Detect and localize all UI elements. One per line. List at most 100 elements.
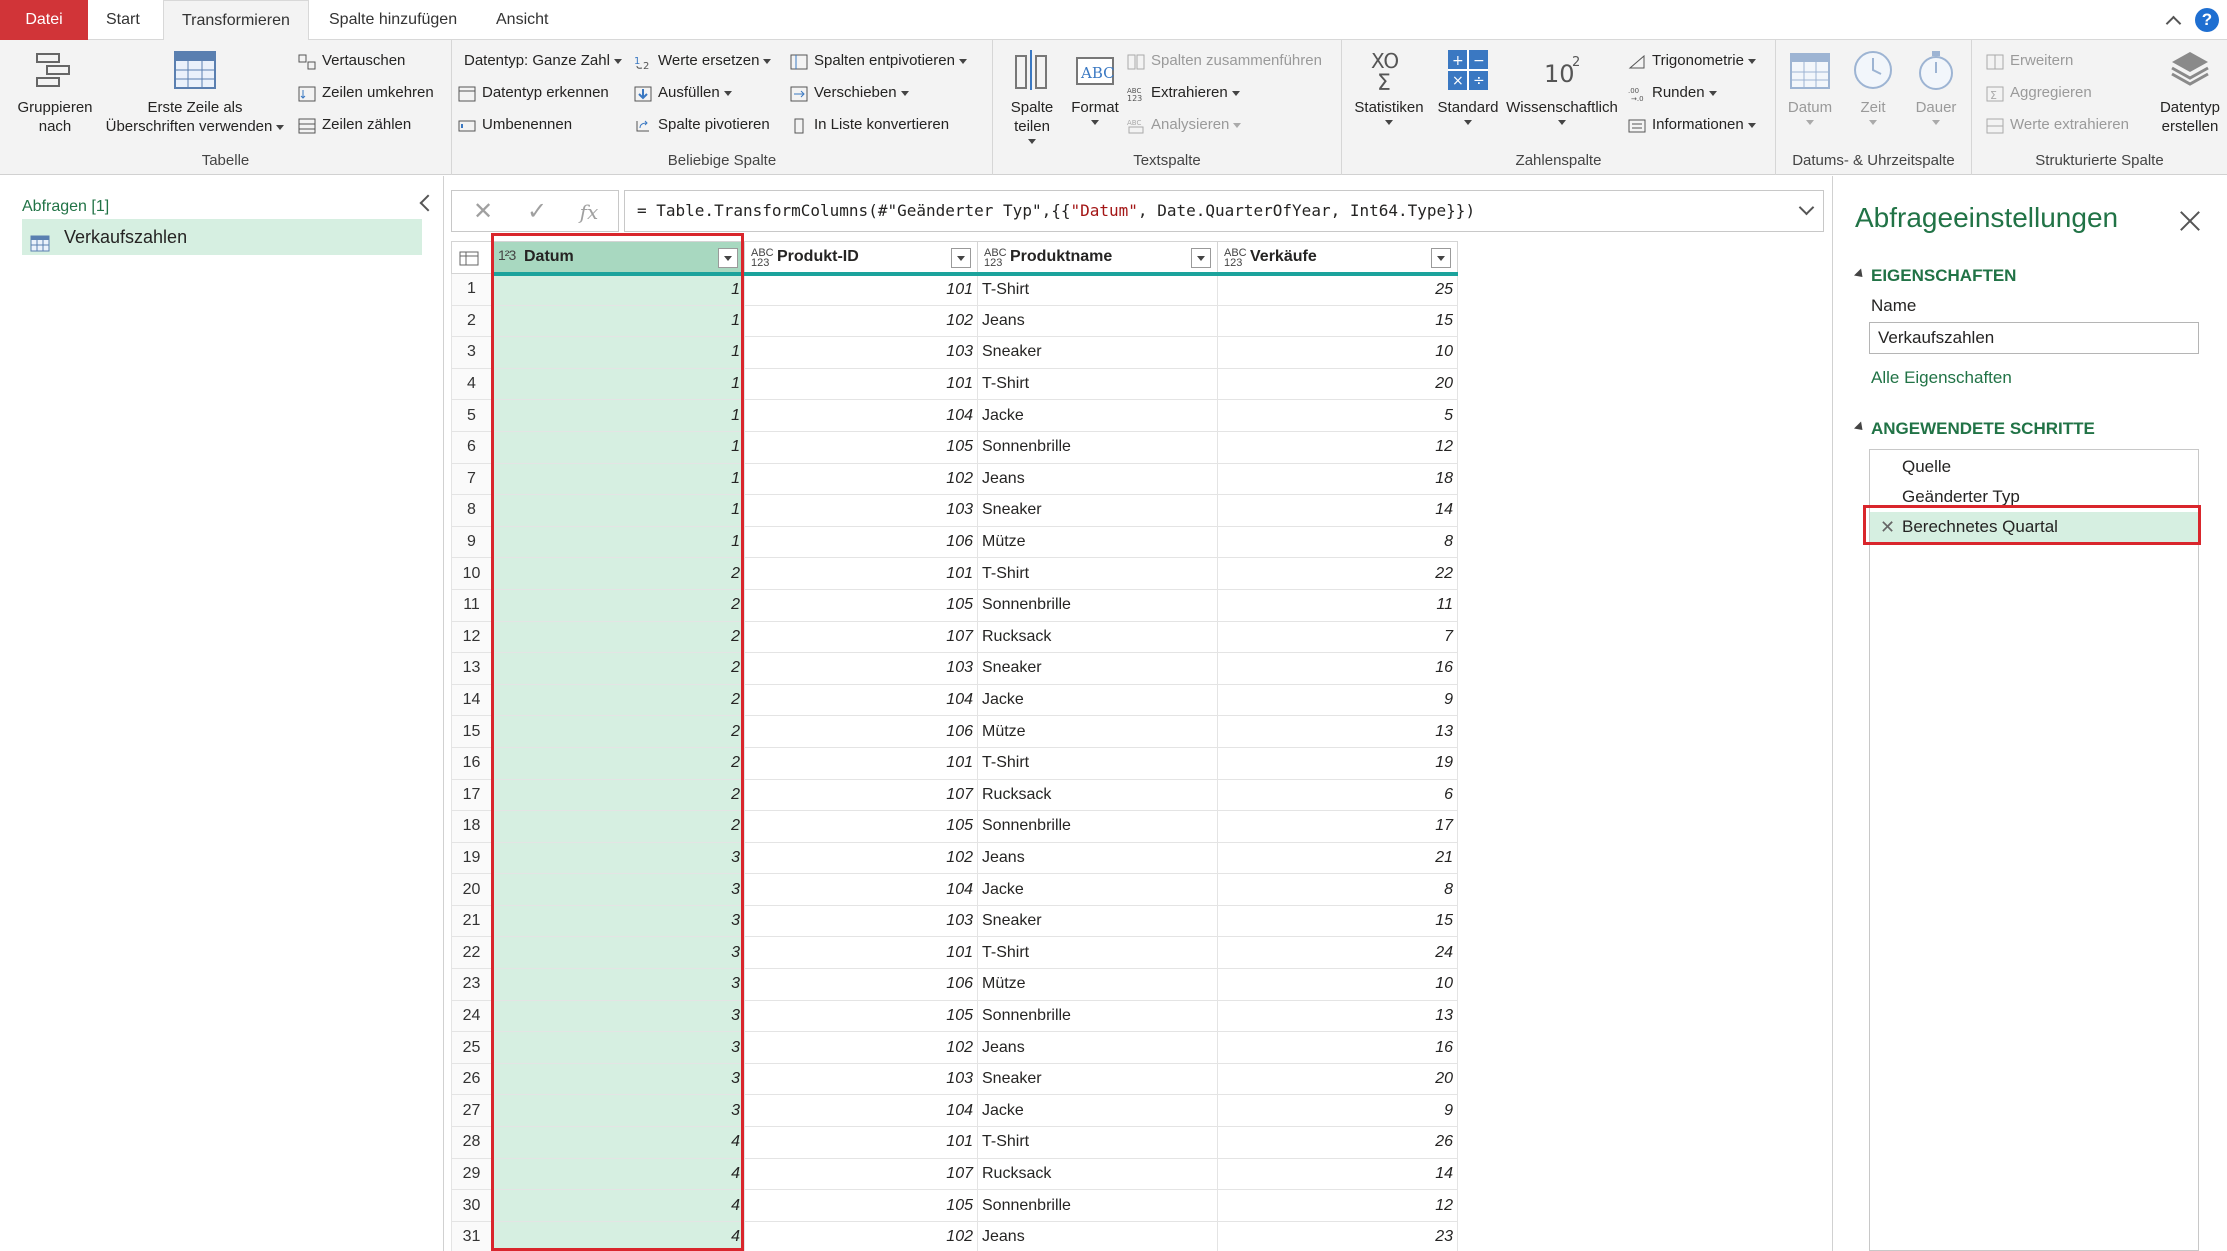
tab-spalte-hinzufuegen[interactable]: Spalte hinzufügen: [311, 0, 475, 40]
cell-datum[interactable]: 3: [491, 1094, 745, 1128]
cell-produktname[interactable]: Mütze: [977, 968, 1218, 1001]
werte-extrahieren-button[interactable]: Werte extrahieren: [1982, 112, 2129, 138]
umbenennen-button[interactable]: Umbenennen: [454, 112, 572, 138]
cell-produktname[interactable]: Sneaker: [977, 904, 1218, 938]
cell-produkt-id[interactable]: 104: [744, 683, 978, 717]
cell-datum[interactable]: 3: [491, 841, 745, 875]
cell-datum[interactable]: 2: [491, 746, 745, 780]
collapse-pane-icon[interactable]: [416, 194, 434, 212]
cell-verkaeufe[interactable]: 13: [1217, 999, 1458, 1033]
cell-verkaeufe[interactable]: 22: [1217, 557, 1458, 590]
cell-produktname[interactable]: T-Shirt: [977, 367, 1218, 401]
cell-datum[interactable]: 4: [491, 1220, 745, 1251]
cell-datum[interactable]: 1: [491, 273, 745, 306]
cell-produktname[interactable]: T-Shirt: [977, 746, 1218, 780]
cell-verkaeufe[interactable]: 9: [1217, 1094, 1458, 1128]
verschieben-button[interactable]: Verschieben: [786, 80, 909, 106]
alle-eigenschaften-link[interactable]: Alle Eigenschaften: [1871, 368, 2012, 388]
cell-verkaeufe[interactable]: 26: [1217, 1126, 1458, 1159]
cell-produkt-id[interactable]: 101: [744, 746, 978, 780]
cell-produkt-id[interactable]: 103: [744, 494, 978, 527]
function-icon[interactable]: fx: [576, 199, 602, 225]
zeilen-zaehlen-button[interactable]: Zeilen zählen: [294, 112, 411, 138]
cell-produktname[interactable]: Sonnenbrille: [977, 588, 1218, 622]
cell-produkt-id[interactable]: 107: [744, 1157, 978, 1191]
cell-verkaeufe[interactable]: 5: [1217, 399, 1458, 432]
cell-verkaeufe[interactable]: 7: [1217, 620, 1458, 654]
close-icon[interactable]: [2179, 210, 2201, 232]
cell-produkt-id[interactable]: 101: [744, 1126, 978, 1159]
cell-verkaeufe[interactable]: 11: [1217, 588, 1458, 622]
tab-ansicht[interactable]: Ansicht: [478, 0, 566, 40]
cell-datum[interactable]: 3: [491, 873, 745, 906]
cell-produkt-id[interactable]: 102: [744, 462, 978, 496]
werte-ersetzen-button[interactable]: 12 Werte ersetzen: [630, 48, 772, 74]
tab-transformieren[interactable]: Transformieren: [163, 0, 309, 41]
collapse-ribbon-icon[interactable]: [2165, 12, 2181, 28]
cell-verkaeufe[interactable]: 24: [1217, 936, 1458, 970]
cell-verkaeufe[interactable]: 15: [1217, 904, 1458, 938]
erste-zeile-button[interactable]: Erste Zeile als Überschriften verwenden: [100, 48, 290, 136]
format-button[interactable]: ABC Format: [1065, 48, 1125, 125]
cell-datum[interactable]: 2: [491, 778, 745, 812]
datentyp-erkennen-button[interactable]: Datentyp erkennen: [454, 80, 609, 106]
tab-datei[interactable]: Datei: [0, 0, 88, 40]
filter-dropdown-icon[interactable]: [718, 248, 738, 268]
cell-datum[interactable]: 1: [491, 494, 745, 527]
cell-produkt-id[interactable]: 106: [744, 525, 978, 559]
cell-verkaeufe[interactable]: 23: [1217, 1220, 1458, 1251]
step-berechnetes-quartal[interactable]: ✕ Berechnetes Quartal: [1870, 512, 2198, 542]
erweitern-button[interactable]: Erweitern: [1982, 48, 2073, 74]
cell-datum[interactable]: 2: [491, 652, 745, 685]
cell-verkaeufe[interactable]: 21: [1217, 841, 1458, 875]
cell-produktname[interactable]: Sneaker: [977, 1062, 1218, 1096]
analysieren-button[interactable]: ABC Analysieren: [1123, 112, 1242, 138]
cell-verkaeufe[interactable]: 16: [1217, 652, 1458, 685]
cell-produkt-id[interactable]: 101: [744, 557, 978, 590]
cell-produktname[interactable]: T-Shirt: [977, 557, 1218, 590]
cell-verkaeufe[interactable]: 8: [1217, 525, 1458, 559]
cell-produktname[interactable]: Jeans: [977, 462, 1218, 496]
cell-datum[interactable]: 4: [491, 1189, 745, 1222]
cell-verkaeufe[interactable]: 14: [1217, 1157, 1458, 1191]
cell-datum[interactable]: 3: [491, 999, 745, 1033]
standard-button[interactable]: + − × ÷ Standard: [1428, 48, 1508, 125]
cell-datum[interactable]: 2: [491, 620, 745, 654]
spalten-zusammenfuehren-button[interactable]: Spalten zusammenführen: [1123, 48, 1322, 74]
cell-verkaeufe[interactable]: 14: [1217, 494, 1458, 527]
cell-produktname[interactable]: Sneaker: [977, 652, 1218, 685]
aggregieren-button[interactable]: Σ Aggregieren: [1982, 80, 2092, 106]
cell-datum[interactable]: 1: [491, 367, 745, 401]
zeit-button[interactable]: Zeit: [1842, 48, 1904, 125]
cell-produktname[interactable]: Mütze: [977, 525, 1218, 559]
filter-dropdown-icon[interactable]: [1431, 248, 1451, 268]
trigonometrie-button[interactable]: Trigonometrie: [1624, 48, 1756, 74]
cell-verkaeufe[interactable]: 18: [1217, 462, 1458, 496]
datum-button[interactable]: Datum: [1778, 48, 1842, 125]
tab-start[interactable]: Start: [88, 0, 158, 40]
cell-produktname[interactable]: Mütze: [977, 715, 1218, 748]
formula-bar-input[interactable]: = Table.TransformColumns(#"Geänderter Ty…: [624, 190, 1824, 232]
cell-verkaeufe[interactable]: 20: [1217, 367, 1458, 401]
cell-verkaeufe[interactable]: 17: [1217, 810, 1458, 843]
cell-datum[interactable]: 3: [491, 936, 745, 970]
cell-produkt-id[interactable]: 101: [744, 273, 978, 306]
cell-produktname[interactable]: Rucksack: [977, 778, 1218, 812]
cell-produkt-id[interactable]: 101: [744, 367, 978, 401]
cell-produktname[interactable]: Jeans: [977, 1220, 1218, 1251]
cell-produkt-id[interactable]: 107: [744, 620, 978, 654]
query-name-input[interactable]: [1869, 322, 2199, 354]
cell-datum[interactable]: 4: [491, 1126, 745, 1159]
ausfuellen-button[interactable]: Ausfüllen: [630, 80, 732, 106]
cell-produkt-id[interactable]: 104: [744, 1094, 978, 1128]
cell-produktname[interactable]: T-Shirt: [977, 273, 1218, 306]
cell-datum[interactable]: 1: [491, 525, 745, 559]
cell-produkt-id[interactable]: 103: [744, 652, 978, 685]
cell-produktname[interactable]: Jacke: [977, 399, 1218, 432]
expand-formula-icon[interactable]: [1799, 204, 1813, 218]
cell-verkaeufe[interactable]: 16: [1217, 1031, 1458, 1064]
cell-datum[interactable]: 1: [491, 462, 745, 496]
cell-produkt-id[interactable]: 103: [744, 904, 978, 938]
cell-verkaeufe[interactable]: 6: [1217, 778, 1458, 812]
vertauschen-button[interactable]: Vertauschen: [294, 48, 405, 74]
